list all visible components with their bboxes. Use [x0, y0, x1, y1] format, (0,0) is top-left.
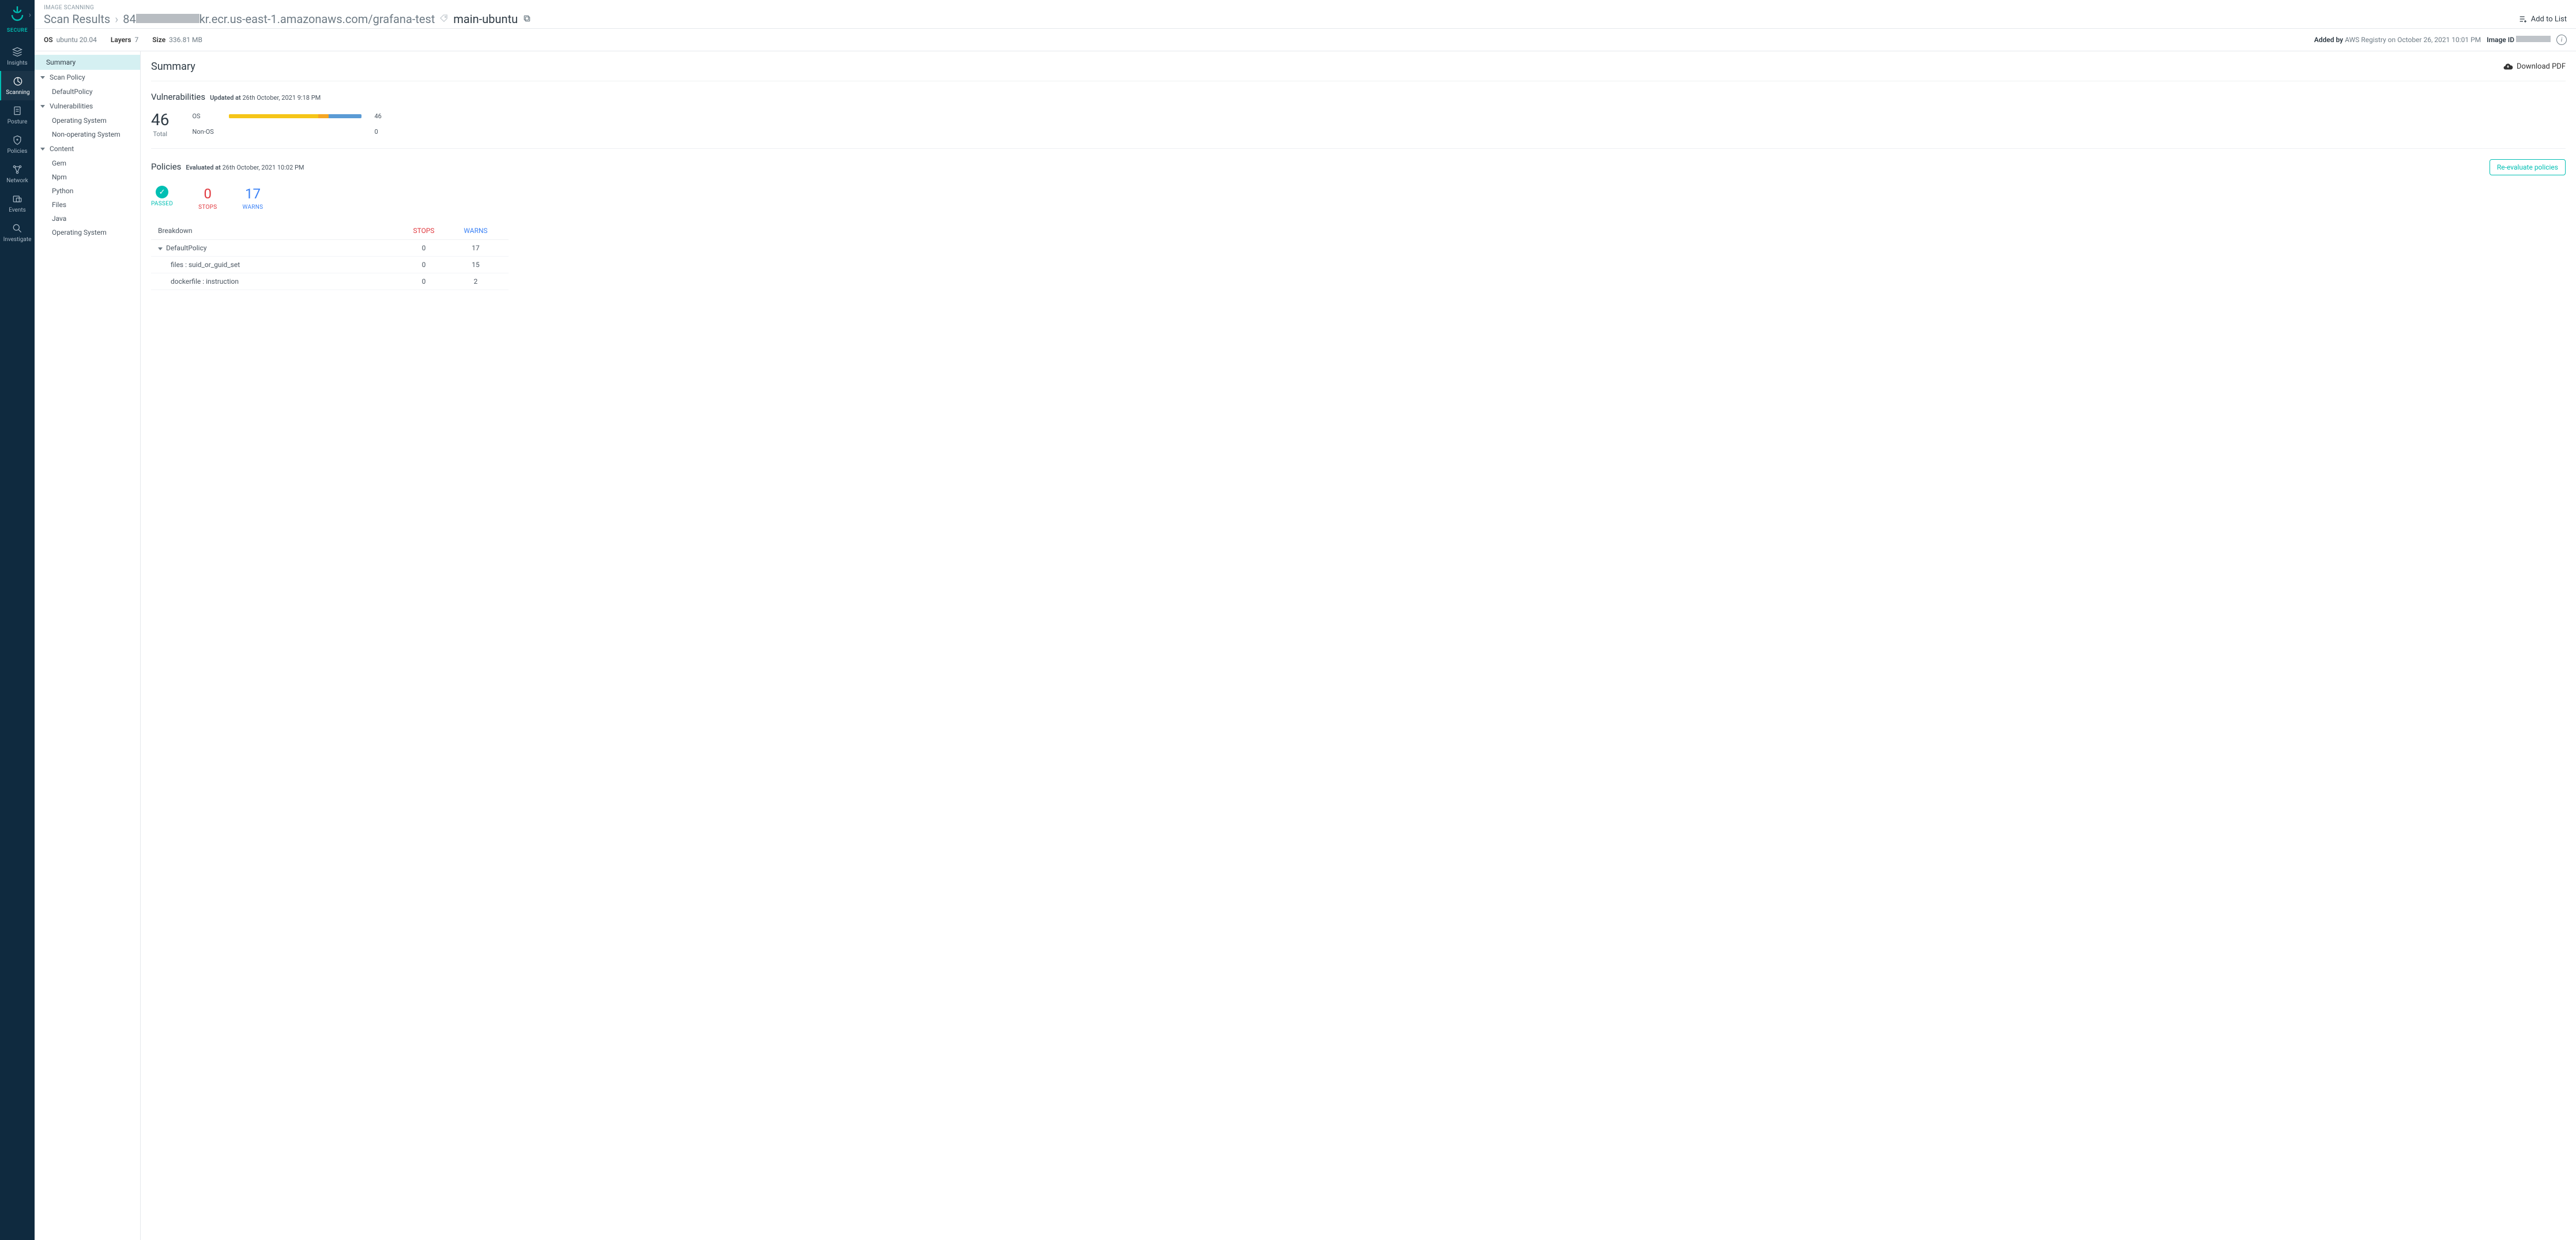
vuln-bar-os [229, 114, 361, 118]
tag-icon [439, 12, 449, 26]
check-icon: ✓ [156, 186, 168, 198]
info-icon[interactable]: i [2556, 35, 2567, 45]
meta-added-on: October 26, 2021 10:01 PM [2397, 36, 2481, 44]
nav-policies-label: Policies [7, 148, 28, 155]
policies-section: Policies Evaluated at 26th October, 2021… [151, 149, 2566, 300]
copy-icon[interactable] [522, 12, 532, 26]
vuln-total: 46 Total [151, 110, 169, 138]
table-row[interactable]: DefaultPolicy 0 17 [151, 240, 509, 257]
image-metadata-bar: OSubuntu 20.04 Layers7 Size336.81 MB Add… [35, 29, 2576, 51]
nav-insights[interactable]: Insights [0, 42, 35, 71]
meta-layers: 7 [135, 36, 139, 44]
crumb-root[interactable]: Scan Results [44, 12, 110, 26]
table-row[interactable]: dockerfile : instruction 0 2 [151, 273, 509, 290]
sidebar-os2[interactable]: Operating System [35, 226, 140, 239]
meta-size: 336.81 MB [169, 36, 202, 44]
image-tag: main-ubuntu [453, 12, 518, 26]
add-to-list-label: Add to List [2531, 15, 2567, 24]
redacted-image-id [2516, 36, 2551, 42]
sidebar-content[interactable]: Content [35, 141, 140, 156]
meta-added-by: AWS Registry [2345, 36, 2386, 44]
nav-investigate-label: Investigate [3, 236, 32, 243]
vuln-title: Vulnerabilities [151, 92, 205, 102]
breadcrumb: Scan Results › 84kr.ecr.us-east-1.amazon… [44, 12, 532, 26]
page-title: Summary [151, 61, 195, 73]
policy-breakdown-table: Breakdown STOPS WARNS DefaultPolicy 0 17… [151, 222, 509, 290]
reevaluate-policies-button[interactable]: Re-evaluate policies [2490, 159, 2566, 175]
vuln-chart: OS 46 Non-OS 0 [192, 112, 381, 136]
vuln-updated-at: 26th October, 2021 9:18 PM [242, 94, 321, 102]
sidebar-non-os[interactable]: Non-operating System [35, 127, 140, 141]
add-to-list-button[interactable]: Add to List [2518, 14, 2567, 24]
nav-events[interactable]: Events [0, 189, 35, 218]
policy-warns: 17 WARNS [243, 186, 263, 211]
policies-evaluated-at: 26th October, 2021 10:02 PM [223, 164, 304, 171]
vuln-bar-non-os [229, 130, 361, 134]
topbar: IMAGE SCANNING Scan Results › 84kr.ecr.u… [35, 0, 2576, 29]
sidebar-npm[interactable]: Npm [35, 170, 140, 184]
nav-posture[interactable]: Posture [0, 100, 35, 130]
chevron-down-icon[interactable] [158, 244, 163, 252]
scope-label: IMAGE SCANNING [44, 5, 2567, 11]
nav-insights-label: Insights [7, 60, 27, 66]
global-nav: SECURE Insights Scanning Posture Policie… [0, 0, 35, 1240]
main-area: IMAGE SCANNING Scan Results › 84kr.ecr.u… [35, 0, 2576, 1240]
sidebar-python[interactable]: Python [35, 184, 140, 198]
policies-title: Policies [151, 161, 181, 172]
sidebar-os[interactable]: Operating System [35, 114, 140, 127]
crumb-sep: › [115, 12, 118, 26]
nav-policies[interactable]: Policies [0, 130, 35, 159]
section-sidebar: Summary Scan Policy DefaultPolicy Vulner… [35, 51, 141, 1240]
content: Summary Download PDF Vulnerabilities Upd… [141, 51, 2576, 1240]
sidebar-files[interactable]: Files [35, 198, 140, 212]
nav-events-label: Events [9, 207, 26, 213]
redacted-account-id [136, 14, 199, 23]
nav-investigate[interactable]: Investigate [0, 218, 35, 247]
sidebar-default-policy[interactable]: DefaultPolicy [35, 85, 140, 99]
download-pdf-button[interactable]: Download PDF [2503, 62, 2566, 72]
nav-network-label: Network [6, 178, 28, 184]
sidebar-vulnerabilities[interactable]: Vulnerabilities [35, 99, 140, 114]
product-label: SECURE [7, 28, 28, 33]
download-pdf-label: Download PDF [2517, 62, 2566, 71]
nav-scanning[interactable]: Scanning [0, 71, 35, 100]
sidebar-scan-policy[interactable]: Scan Policy [35, 70, 140, 85]
policy-stops: 0 STOPS [198, 186, 217, 211]
vulnerabilities-section: Vulnerabilities Updated at 26th October,… [151, 81, 2566, 149]
product-logo[interactable] [7, 5, 28, 25]
sidebar-java[interactable]: Java [35, 212, 140, 226]
nav-network[interactable]: Network [0, 159, 35, 189]
sidebar-gem[interactable]: Gem [35, 156, 140, 170]
nav-scanning-label: Scanning [6, 89, 29, 96]
table-row[interactable]: files : suid_or_guid_set 0 15 [151, 257, 509, 273]
policy-passed: ✓ PASSED [151, 186, 173, 207]
sidebar-summary[interactable]: Summary [35, 55, 140, 70]
crumb-registry: 84kr.ecr.us-east-1.amazonaws.com/grafana… [123, 12, 435, 26]
meta-os: ubuntu 20.04 [57, 36, 97, 44]
nav-posture-label: Posture [7, 119, 28, 125]
